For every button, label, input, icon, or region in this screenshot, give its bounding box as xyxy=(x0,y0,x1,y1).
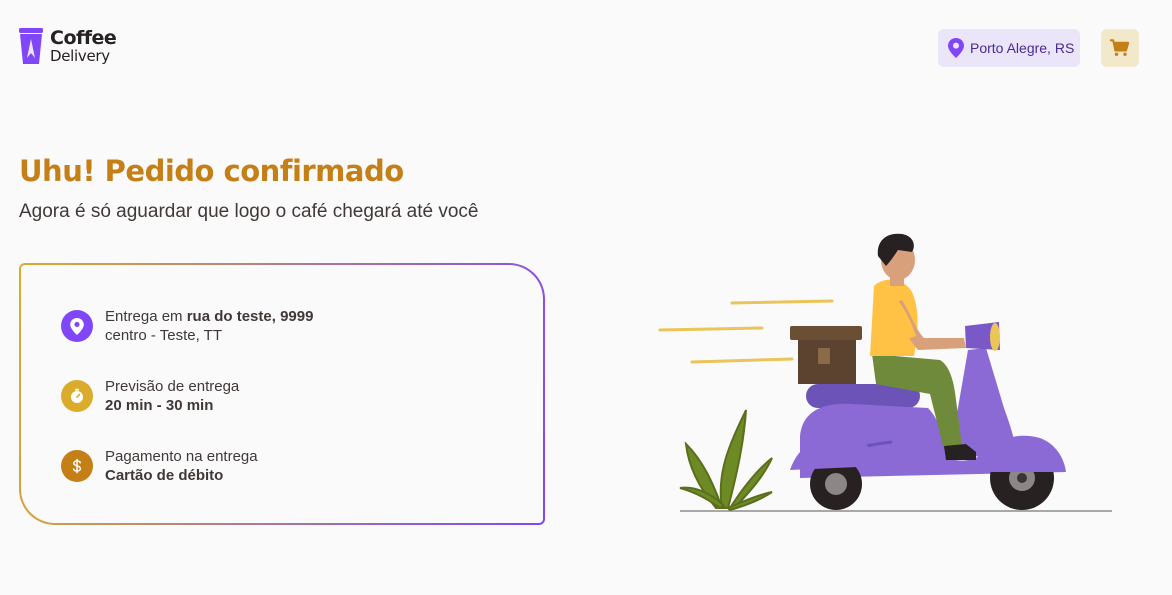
payment-row: Pagamento na entrega Cartão de débito xyxy=(61,447,258,485)
coffee-cup-logo-icon xyxy=(19,28,43,64)
page-title: Uhu! Pedido confirmado xyxy=(19,154,404,188)
address-prefix: Entrega em xyxy=(105,308,187,325)
cart-button[interactable] xyxy=(1101,29,1139,67)
page-subtitle: Agora é só aguardar que logo o café cheg… xyxy=(19,201,479,222)
delivery-address-row: Entrega em rua do teste, 9999 centro - T… xyxy=(61,307,313,345)
map-pin-icon xyxy=(61,310,93,342)
payment-value: Cartão de débito xyxy=(105,467,224,484)
timer-icon xyxy=(61,380,93,412)
delivery-illustration xyxy=(658,233,1112,512)
location-badge[interactable]: Porto Alegre, RS xyxy=(938,29,1080,67)
location-text: Porto Alegre, RS xyxy=(970,40,1075,56)
eta-label: Previsão de entrega xyxy=(105,378,240,395)
logo-sub-text: Delivery xyxy=(50,46,110,65)
plant-icon xyxy=(679,409,773,512)
shopping-cart-icon xyxy=(1110,39,1130,56)
delivery-eta-row: Previsão de entrega 20 min - 30 min xyxy=(61,377,239,415)
logo-brand-text: Coffee xyxy=(50,26,117,49)
address-line2: centro - Teste, TT xyxy=(105,327,222,344)
eta-value: 20 min - 30 min xyxy=(105,397,214,414)
address-street: rua do teste, 9999 xyxy=(186,308,314,325)
logo[interactable]: Coffee Delivery xyxy=(18,26,117,66)
payment-label: Pagamento na entrega xyxy=(105,448,258,465)
map-pin-icon xyxy=(948,38,964,58)
order-info-card: Entrega em rua do teste, 9999 centro - T… xyxy=(19,263,545,525)
currency-dollar-icon xyxy=(61,450,93,482)
